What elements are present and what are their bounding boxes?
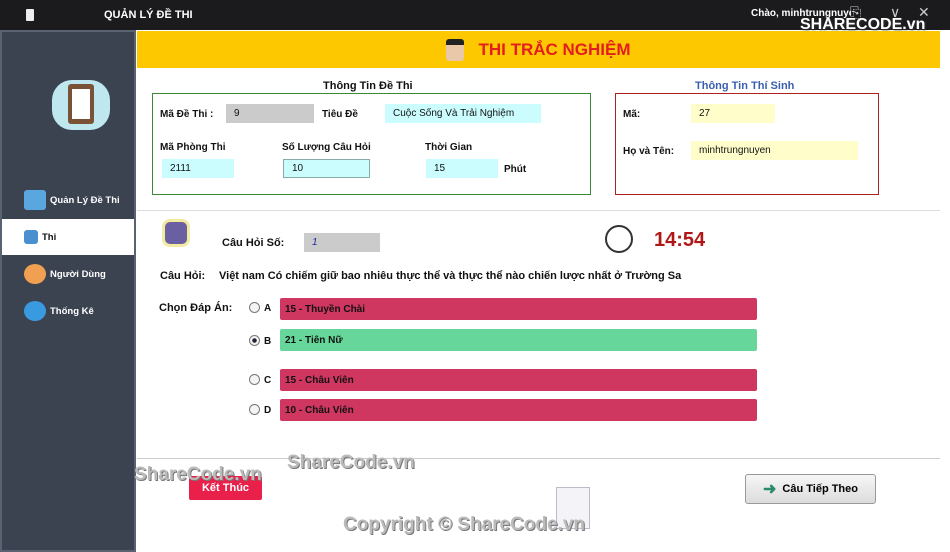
question-text: Việt nam Có chiếm giữ bao nhiêu thực thể… — [219, 270, 682, 282]
app-icon — [26, 9, 34, 21]
question-number-field: 1 — [304, 233, 380, 252]
arrow-right-icon: ➜ — [763, 481, 777, 498]
radio-b-selected[interactable] — [249, 335, 260, 346]
option-key: B — [264, 336, 272, 347]
option-key: D — [264, 405, 272, 416]
sidebar-item-statistics[interactable]: Thống Kê — [2, 293, 134, 329]
question-icon — [165, 222, 187, 244]
sidebar-item-users[interactable]: Người Dùng — [2, 256, 134, 292]
stopwatch-icon — [605, 225, 633, 253]
answer-a[interactable]: 15 - Thuyền Chài — [280, 298, 757, 320]
student-id-field[interactable]: 27 — [691, 104, 775, 123]
divider — [137, 458, 940, 459]
student-info-heading: Thông Tin Thí Sinh — [695, 80, 795, 92]
user-icon — [24, 264, 46, 284]
exam-icon — [24, 230, 38, 244]
exam-info-heading: Thông Tin Đề Thi — [323, 80, 413, 92]
watermark: ShareCode.vn — [134, 464, 262, 485]
graduate-icon — [446, 38, 465, 61]
answer-b[interactable]: 21 - Tiên Nữ — [280, 329, 757, 351]
chart-icon — [24, 301, 46, 321]
room-label: Mã Phòng Thi — [160, 142, 226, 153]
timer: 14:54 — [654, 229, 706, 251]
page-title: THI TRẮC NGHIỆM — [478, 39, 631, 59]
watermark: ShareCode.vn — [287, 452, 415, 473]
page-header: THI TRẮC NGHIỆM — [137, 31, 940, 68]
title-label: Tiêu Đề — [322, 109, 358, 120]
sidebar: Quản Lý Đề Thi Thi Người Dùng Thống Kê — [0, 30, 136, 552]
duration-field[interactable]: 15 — [426, 159, 498, 178]
student-name-label: Họ và Tên: — [623, 146, 675, 157]
exam-code-label: Mã Đề Thi : — [160, 109, 214, 120]
clipboard-logo-icon — [52, 80, 110, 130]
student-name-field[interactable]: minhtrungnuyen — [691, 141, 858, 160]
student-id-label: Mã: — [623, 109, 641, 120]
question-count-label: Số Lượng Câu Hỏi — [282, 142, 371, 153]
divider — [137, 210, 940, 211]
sidebar-item-exam[interactable]: Thi — [2, 219, 134, 255]
room-field[interactable]: 2111 — [162, 159, 234, 178]
next-question-button[interactable]: ➜ Câu Tiếp Theo — [745, 474, 876, 504]
question-number-label: Câu Hỏi Số: — [222, 237, 285, 249]
exam-code-field[interactable]: 9 — [226, 104, 314, 123]
title-bar: QUẢN LÝ ĐỀ THI Chào, minhtrungnuyen ⎘ ∨ … — [0, 0, 950, 33]
copyright-watermark: Copyright © ShareCode.vn — [343, 514, 586, 535]
choose-answer-label: Chọn Đáp Án: — [159, 302, 233, 314]
answer-d[interactable]: 10 - Châu Viên — [280, 399, 757, 421]
option-key: A — [264, 303, 272, 314]
radio-d[interactable] — [249, 404, 260, 415]
radio-a[interactable] — [249, 302, 260, 313]
radio-c[interactable] — [249, 374, 260, 385]
duration-unit: Phút — [504, 164, 527, 175]
question-count-field[interactable]: 10 — [283, 159, 370, 178]
sidebar-item-exam-manage[interactable]: Quản Lý Đề Thi — [2, 182, 134, 218]
answer-c[interactable]: 15 - Châu Viên — [280, 369, 757, 391]
exam-manage-icon — [24, 190, 46, 210]
duration-label: Thời Gian — [425, 142, 473, 153]
title-field[interactable]: Cuộc Sống Và Trải Nghiệm — [385, 104, 541, 123]
window-title: QUẢN LÝ ĐỀ THI — [104, 9, 193, 21]
question-label: Câu Hỏi: — [160, 270, 206, 282]
option-key: C — [264, 375, 272, 386]
